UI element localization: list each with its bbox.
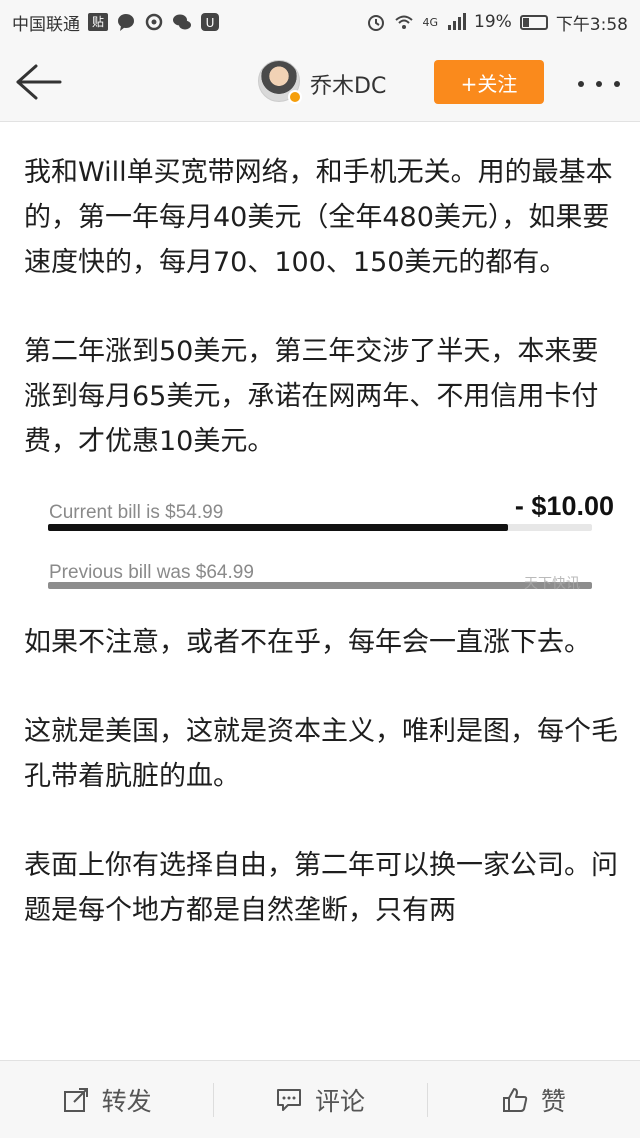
like-label: 赞 xyxy=(540,1086,566,1116)
bill-image: Current bill is $54.99 - $10.00 Previous… xyxy=(46,490,616,608)
network-type: 4G xyxy=(422,15,439,29)
follow-button[interactable]: +关注 xyxy=(434,60,544,104)
comment-icon xyxy=(276,1088,301,1111)
username[interactable]: 乔木DC xyxy=(310,68,386,100)
uc-browser-icon: U xyxy=(201,13,219,31)
post-header: 乔木DC +关注 xyxy=(0,44,640,122)
comment-label: 评论 xyxy=(314,1086,365,1116)
chat-bubble-icon xyxy=(118,14,134,31)
wechat-icon xyxy=(173,14,191,30)
more-options-icon[interactable] xyxy=(578,80,622,90)
status-bar: 中国联通 贴 U 4G 19% 下午3:58 xyxy=(0,0,640,44)
carrier-label: 中国联通 xyxy=(12,14,80,35)
paragraph: 这就是美国，这就是资本主义，唯利是图，每个毛孔带着肮脏的血。 xyxy=(24,716,618,792)
paragraph: 第二年涨到50美元，第三年交涉了半天，本来要涨到每月65美元，承诺在网两年、不用… xyxy=(24,336,599,457)
back-arrow-icon[interactable] xyxy=(14,62,64,102)
comment-button[interactable]: 评论 xyxy=(213,1061,426,1138)
repost-button[interactable]: 转发 xyxy=(0,1061,213,1138)
paragraph: 我和Will单买宽带网络，和手机无关。用的最基本的，第一年每月40美元（全年48… xyxy=(24,157,613,278)
post-body: 我和Will单买宽带网络，和手机无关。用的最基本的，第一年每月40美元（全年48… xyxy=(24,150,624,977)
alarm-icon xyxy=(368,15,385,31)
battery-icon xyxy=(519,14,548,30)
thumbs-up-icon xyxy=(502,1087,528,1112)
battery-percent: 19% xyxy=(474,12,512,32)
sync-icon xyxy=(145,13,163,31)
like-button[interactable]: 赞 xyxy=(426,1061,640,1138)
paragraph: 如果不注意，或者不在乎，每年会一直涨下去。 xyxy=(24,627,591,658)
svg-text:U: U xyxy=(206,16,215,30)
repost-label: 转发 xyxy=(101,1086,152,1116)
tieba-icon: 贴 xyxy=(88,13,108,31)
watermark: 天下快讯 xyxy=(524,576,580,592)
clock: 下午3:58 xyxy=(555,14,628,35)
verified-badge-icon xyxy=(288,90,302,104)
bottom-toolbar: 转发 评论 赞 xyxy=(0,1060,640,1138)
discount-amount: - $10.00 xyxy=(514,491,614,521)
share-icon xyxy=(63,1087,88,1112)
current-bill-bar xyxy=(48,524,508,531)
previous-bill-bar xyxy=(48,582,592,589)
wifi-icon xyxy=(395,15,414,29)
signal-icon xyxy=(448,13,467,30)
paragraph: 表面上你有选择自由，第二年可以换一家公司。问题是每个地方都是自然垄断，只有两 xyxy=(24,850,618,926)
